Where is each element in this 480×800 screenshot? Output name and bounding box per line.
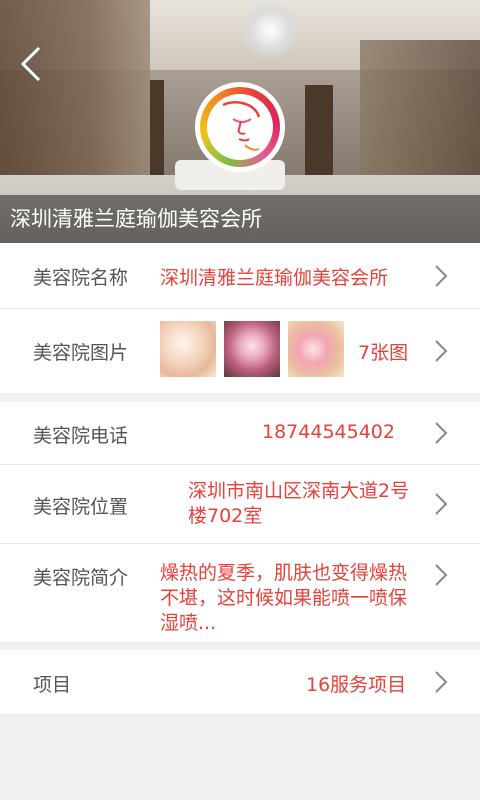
salon-logo — [195, 82, 285, 172]
face-logo-icon — [207, 94, 273, 160]
salon-title: 深圳清雅兰庭瑜伽美容会所 — [10, 207, 262, 231]
salon-location-value: 深圳市南山区深南大道2号楼702室 — [188, 480, 410, 527]
services-label: 项目 — [33, 674, 72, 696]
back-button[interactable] — [14, 44, 48, 84]
salon-name-label: 美容院名称 — [33, 267, 129, 289]
chevron-right-icon — [435, 422, 448, 444]
row-salon-location[interactable]: 美容院位置 深圳市南山区深南大道2号楼702室 — [0, 465, 480, 543]
chevron-right-icon — [435, 493, 448, 515]
chevron-right-icon — [435, 564, 448, 586]
photo-count: 7张图 — [358, 342, 409, 364]
row-salon-name[interactable]: 美容院名称 深圳清雅兰庭瑜伽美容会所 — [0, 243, 480, 309]
blossom-photo-2[interactable] — [224, 321, 280, 377]
salon-phone-value: 18744545402 — [262, 421, 395, 443]
chevron-right-icon — [435, 671, 448, 693]
salon-location-label: 美容院位置 — [33, 496, 129, 518]
chevron-left-icon — [20, 46, 41, 82]
row-salon-intro[interactable]: 美容院简介 燥热的夏季，肌肤也变得燥热不堪，这时候如果能喷一喷保湿喷... — [0, 544, 480, 642]
salon-intro-label: 美容院简介 — [33, 567, 129, 589]
salon-name-value: 深圳清雅兰庭瑜伽美容会所 — [160, 267, 389, 289]
chevron-right-icon — [435, 340, 448, 362]
banner-pillar — [150, 80, 164, 190]
salon-phone-label: 美容院电话 — [33, 425, 129, 447]
chandelier-decoration — [240, 0, 300, 60]
logo-ring — [200, 87, 280, 167]
banner-wall-left — [0, 0, 150, 200]
salon-photos-label: 美容院图片 — [33, 342, 129, 364]
chevron-right-icon — [435, 265, 448, 287]
salon-intro-value: 燥热的夏季，肌肤也变得燥热不堪，这时候如果能喷一喷保湿喷... — [160, 562, 408, 634]
row-salon-photos[interactable]: 美容院图片 7张图 — [0, 309, 480, 393]
row-salon-phone[interactable]: 美容院电话 18744545402 — [0, 402, 480, 464]
blossom-photo-3[interactable] — [288, 321, 344, 377]
services-value: 16服务项目 — [306, 674, 407, 696]
row-services[interactable]: 项目 16服务项目 — [0, 650, 480, 714]
blossom-photo-1[interactable] — [160, 321, 216, 377]
